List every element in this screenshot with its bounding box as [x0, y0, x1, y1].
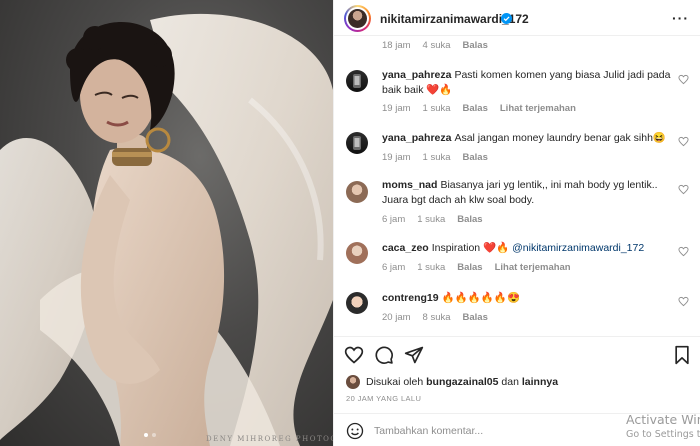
- comment-text: caca_zeo Inspiration ❤️🔥 @nikitamirzanima…: [382, 242, 645, 254]
- story-avatar[interactable]: [344, 5, 371, 32]
- post-action-bar: [334, 336, 700, 372]
- reply-button[interactable]: Balas: [457, 214, 482, 225]
- comment-meta: 19 jam 1 suka Balas: [382, 152, 488, 163]
- verified-icon: [501, 13, 512, 24]
- heart-icon[interactable]: [344, 345, 364, 365]
- comment-list[interactable]: 18 jam 4 suka Balas yana_pahreza Pasti kome…: [334, 36, 700, 332]
- see-translation-link[interactable]: Lihat terjemahan: [500, 103, 576, 114]
- reply-button[interactable]: Balas: [463, 152, 488, 163]
- comment-avatar[interactable]: [346, 242, 368, 264]
- liker-avatar[interactable]: [346, 375, 360, 389]
- comment-text: yana_pahreza Asal jangan money laundry be…: [382, 132, 667, 144]
- comment-avatar[interactable]: [346, 181, 368, 203]
- comment-like-icon[interactable]: [678, 246, 689, 257]
- more-icon[interactable]: ···: [672, 10, 689, 26]
- comment-text: moms_nad Biasanya jari yg lentik,, ini ma…: [382, 179, 658, 206]
- comment-username[interactable]: yana_pahreza: [382, 132, 451, 144]
- reply-button[interactable]: Balas: [463, 312, 488, 323]
- carousel-dot: [144, 433, 148, 437]
- comment-icon[interactable]: [374, 345, 394, 365]
- add-comment-input[interactable]: Tambahkan komentar...: [374, 425, 483, 437]
- carousel-dots: [144, 433, 156, 437]
- post-side-panel: nikitamirzanimawardi_172 ··· 18 jam 4 suk…: [333, 0, 700, 446]
- comment-like-icon[interactable]: [678, 296, 689, 307]
- comment-meta: 6 jam 1 suka Balas: [382, 214, 483, 225]
- os-activation-watermark: Activate Win Go to Settings t: [626, 412, 700, 440]
- comment-text: contreng19 🔥🔥🔥🔥🔥😍: [382, 292, 521, 304]
- comment-avatar[interactable]: [346, 132, 368, 154]
- comment-meta: 20 jam 8 suka Balas: [382, 312, 488, 323]
- comment-avatar[interactable]: [346, 292, 368, 314]
- post-header: nikitamirzanimawardi_172 ···: [334, 0, 700, 36]
- comment-like-icon[interactable]: [678, 184, 689, 195]
- comment-like-icon[interactable]: [678, 74, 689, 85]
- comment-avatar[interactable]: [346, 70, 368, 92]
- post-timestamp: 20 JAM YANG LALU: [346, 394, 422, 403]
- post-photo[interactable]: DENY MIHROREG PHOTOGRAPHY: [0, 0, 333, 446]
- emoji-icon[interactable]: [346, 422, 364, 440]
- comment-username[interactable]: contreng19: [382, 292, 439, 304]
- photo-art: [0, 13, 333, 446]
- reply-button[interactable]: Balas: [457, 262, 482, 273]
- likes-others-link[interactable]: lainnya: [522, 376, 558, 388]
- likes-summary: Disukai oleh bungazainal05 dan lainnya: [346, 374, 558, 390]
- mention-link[interactable]: @nikitamirzanimawardi_172: [512, 242, 644, 254]
- reply-button[interactable]: Balas: [463, 103, 488, 114]
- comment-meta: 18 jam 4 suka Balas: [382, 40, 488, 51]
- comment-meta: 19 jam 1 suka Balas Lihat terjemahan: [382, 103, 576, 114]
- comment-username[interactable]: yana_pahreza: [382, 69, 451, 81]
- bookmark-icon[interactable]: [672, 345, 692, 365]
- comment-username[interactable]: caca_zeo: [382, 242, 429, 254]
- carousel-dot: [152, 433, 156, 437]
- reply-button[interactable]: Balas: [463, 40, 488, 51]
- liker-username[interactable]: bungazainal05: [426, 376, 498, 388]
- photo-watermark: DENY MIHROREG PHOTOGRAPHY: [206, 435, 333, 443]
- comment-username[interactable]: moms_nad: [382, 179, 437, 191]
- comment-meta: 6 jam 1 suka Balas Lihat terjemahan: [382, 262, 571, 273]
- see-translation-link[interactable]: Lihat terjemahan: [495, 262, 571, 273]
- comment-text: yana_pahreza Pasti komen komen yang biasa…: [382, 69, 671, 96]
- share-icon[interactable]: [404, 345, 424, 365]
- comment-like-icon[interactable]: [678, 136, 689, 147]
